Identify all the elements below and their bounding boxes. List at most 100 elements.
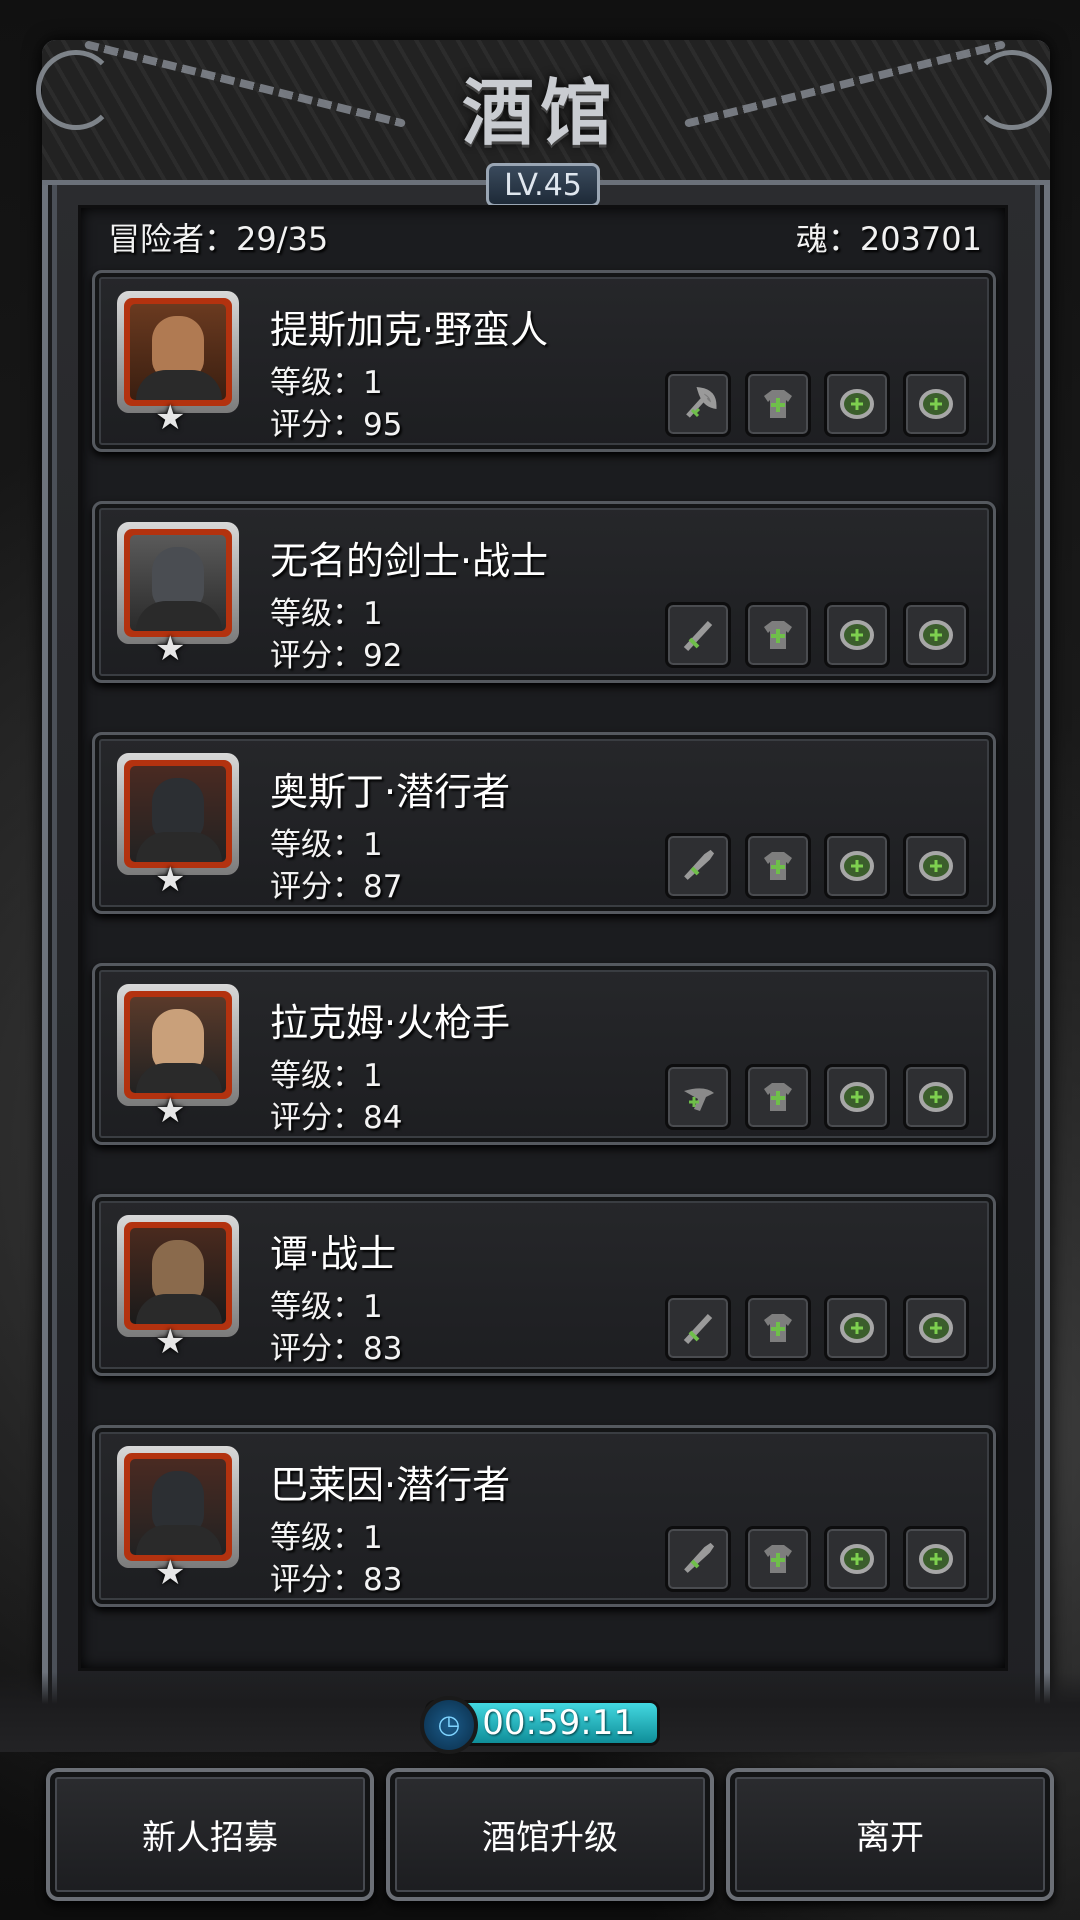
armor-slot[interactable] xyxy=(745,1295,811,1361)
gunner-portrait xyxy=(130,997,226,1093)
accessory-slot[interactable] xyxy=(903,833,969,899)
adventurer-score: 评分：84 xyxy=(270,1100,403,1136)
knight-portrait xyxy=(130,535,226,631)
accessory-slot[interactable] xyxy=(903,1295,969,1361)
accessory-slot[interactable] xyxy=(824,371,890,437)
ring-icon xyxy=(840,389,874,419)
portrait-frame[interactable] xyxy=(117,1446,239,1568)
accessory-slot[interactable] xyxy=(824,1526,890,1592)
accessory-slot[interactable] xyxy=(903,1526,969,1592)
ring-icon xyxy=(840,620,874,650)
corner-ornament xyxy=(972,50,1052,130)
armor-slot[interactable] xyxy=(745,602,811,668)
ring-icon xyxy=(919,1544,953,1574)
adventurer-score: 评分：92 xyxy=(270,638,403,674)
portrait-border xyxy=(124,991,232,1099)
armor-slot[interactable] xyxy=(745,1064,811,1130)
weapon-slot[interactable] xyxy=(665,1526,731,1592)
portrait-border xyxy=(124,298,232,406)
adventurer-card[interactable]: ★ 无名的剑士·战士 等级：1 评分：92 xyxy=(92,501,996,683)
armor-icon xyxy=(764,621,792,649)
armor-slot[interactable] xyxy=(745,371,811,437)
adventurer-level: 等级：1 xyxy=(270,827,383,863)
adventurer-score: 评分：83 xyxy=(270,1331,403,1367)
star-icon: ★ xyxy=(155,1553,186,1593)
dagger-icon xyxy=(684,1542,715,1573)
ring-icon xyxy=(919,620,953,650)
ring-icon xyxy=(919,851,953,881)
adventurer-card[interactable]: ★ 奥斯丁·潜行者 等级：1 评分：87 xyxy=(92,732,996,914)
timer-value: 00:59:11 xyxy=(482,1703,635,1743)
adventurer-name: 奥斯丁·潜行者 xyxy=(270,770,511,814)
accessory-slot[interactable] xyxy=(903,371,969,437)
armor-icon xyxy=(764,1314,792,1342)
upgrade-tavern-button[interactable]: 酒馆升级 xyxy=(386,1768,714,1901)
accessory-slot[interactable] xyxy=(903,1064,969,1130)
adventurer-score: 评分：95 xyxy=(270,407,403,443)
dagger-icon xyxy=(684,849,715,880)
soul-count: 魂：203701 xyxy=(795,220,982,258)
armor-icon xyxy=(764,1545,792,1573)
ring-icon xyxy=(919,1082,953,1112)
title-plate: 酒馆 xyxy=(420,46,660,166)
adventurer-name: 提斯加克·野蛮人 xyxy=(270,308,549,352)
gun-icon xyxy=(684,1088,714,1111)
recruit-button[interactable]: 新人招募 xyxy=(46,1768,374,1901)
adventurer-card[interactable]: ★ 谭·战士 等级：1 评分：83 xyxy=(92,1194,996,1376)
armor-icon xyxy=(764,1083,792,1111)
star-icon: ★ xyxy=(155,629,186,669)
accessory-slot[interactable] xyxy=(824,1064,890,1130)
adventurer-level: 等级：1 xyxy=(270,596,383,632)
adventurer-level: 等级：1 xyxy=(270,1520,383,1556)
corner-ornament xyxy=(36,50,116,130)
weapon-slot[interactable] xyxy=(665,371,731,437)
portrait-border xyxy=(124,1453,232,1561)
accessory-slot[interactable] xyxy=(903,602,969,668)
star-icon: ★ xyxy=(155,860,186,900)
ring-icon xyxy=(840,1082,874,1112)
accessory-slot[interactable] xyxy=(824,833,890,899)
adventurer-card[interactable]: ★ 拉克姆·火枪手 等级：1 评分：84 xyxy=(92,963,996,1145)
sword-icon xyxy=(683,620,713,652)
hat-warrior-portrait xyxy=(130,1228,226,1324)
star-icon: ★ xyxy=(155,1091,186,1131)
adventurer-score: 评分：87 xyxy=(270,869,403,905)
portrait-border xyxy=(124,1222,232,1330)
portrait-frame[interactable] xyxy=(117,1215,239,1337)
adventurer-card[interactable]: ★ 巴莱因·潜行者 等级：1 评分：83 xyxy=(92,1425,996,1607)
portrait-frame[interactable] xyxy=(117,753,239,875)
ring-icon xyxy=(919,389,953,419)
armor-icon xyxy=(764,390,792,418)
armor-slot[interactable] xyxy=(745,833,811,899)
adventurer-level: 等级：1 xyxy=(270,1289,383,1325)
accessory-slot[interactable] xyxy=(824,1295,890,1361)
axe-icon xyxy=(686,386,717,418)
adventurer-name: 巴莱因·潜行者 xyxy=(270,1463,511,1507)
accessory-slot[interactable] xyxy=(824,602,890,668)
adventurer-name: 谭·战士 xyxy=(270,1232,397,1276)
ring-icon xyxy=(840,851,874,881)
ninja-portrait xyxy=(130,766,226,862)
weapon-slot[interactable] xyxy=(665,602,731,668)
tavern-level-badge: LV.45 xyxy=(486,163,600,207)
adventurer-level: 等级：1 xyxy=(270,365,383,401)
weapon-slot[interactable] xyxy=(665,1295,731,1361)
leave-button[interactable]: 离开 xyxy=(726,1768,1054,1901)
sword-icon xyxy=(683,1313,713,1345)
clock-icon: ◷ xyxy=(420,1696,478,1754)
portrait-border xyxy=(124,529,232,637)
adventurer-card[interactable]: ★ 提斯加克·野蛮人 等级：1 评分：95 xyxy=(92,270,996,452)
weapon-slot[interactable] xyxy=(665,833,731,899)
armor-slot[interactable] xyxy=(745,1526,811,1592)
star-icon: ★ xyxy=(155,398,186,438)
portrait-frame[interactable] xyxy=(117,984,239,1106)
adventurer-count: 冒险者：29/35 xyxy=(108,220,329,258)
adventurer-name: 无名的剑士·战士 xyxy=(270,539,549,583)
weapon-slot[interactable] xyxy=(665,1064,731,1130)
portrait-frame[interactable] xyxy=(117,291,239,413)
ring-icon xyxy=(840,1313,874,1343)
page-title: 酒馆 xyxy=(461,69,618,155)
armor-icon xyxy=(764,852,792,880)
star-icon: ★ xyxy=(155,1322,186,1362)
portrait-frame[interactable] xyxy=(117,522,239,644)
